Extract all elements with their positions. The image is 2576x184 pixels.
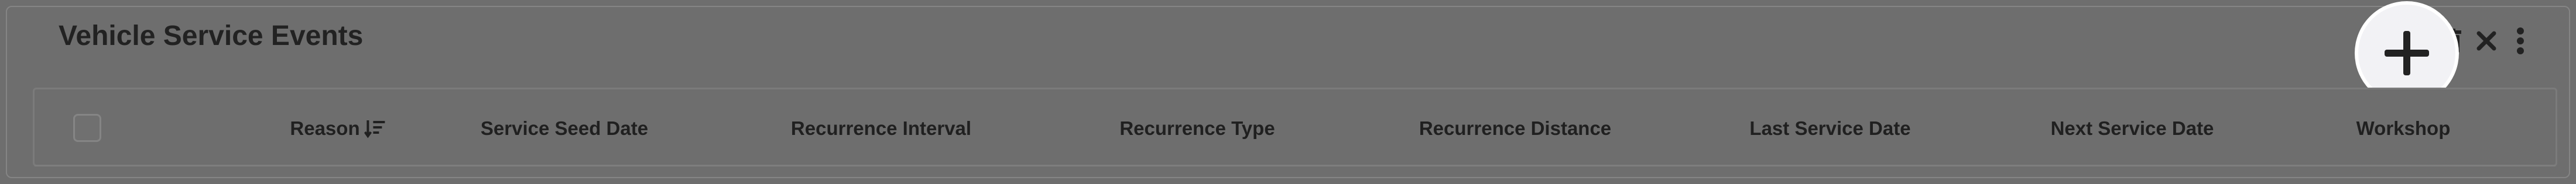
column-header-label: Recurrence Type (1119, 117, 1275, 139)
column-header-label: Next Service Date (2050, 117, 2214, 139)
plus-icon (2385, 31, 2429, 75)
column-header-service-seed-date[interactable]: Service Seed Date (481, 117, 648, 140)
table-header-row: Reason Service Seed Date Recurrence Inte… (35, 89, 2556, 166)
more-options-button[interactable] (2509, 26, 2532, 56)
panel-title: Vehicle Service Events (59, 20, 364, 51)
column-header-label: Recurrence Interval (790, 117, 972, 139)
more-vertical-icon (2517, 27, 2524, 54)
column-header-label: Last Service Date (1749, 117, 1911, 139)
select-all-checkbox[interactable] (73, 114, 101, 142)
service-events-table: Reason Service Seed Date Recurrence Inte… (33, 88, 2557, 166)
close-icon (2476, 31, 2496, 51)
column-header-recurrence-interval[interactable]: Recurrence Interval (791, 117, 971, 140)
column-header-label: Recurrence Distance (1419, 117, 1612, 139)
column-header-recurrence-type[interactable]: Recurrence Type (1119, 117, 1275, 140)
sort-descending-icon[interactable] (364, 119, 386, 138)
column-header-label: Workshop (2356, 117, 2451, 139)
column-header-reason[interactable]: Reason (290, 117, 385, 140)
column-header-recurrence-distance[interactable]: Recurrence Distance (1419, 117, 1611, 140)
column-header-label: Reason (290, 117, 360, 139)
column-header-label: Service Seed Date (480, 117, 649, 139)
vehicle-service-events-panel: Vehicle Service Events Reason Service Se… (0, 0, 2576, 184)
column-header-next-service-date[interactable]: Next Service Date (2051, 117, 2214, 140)
close-button[interactable] (2475, 26, 2498, 56)
column-header-workshop[interactable]: Workshop (2356, 117, 2451, 140)
column-header-last-service-date[interactable]: Last Service Date (1749, 117, 1910, 140)
